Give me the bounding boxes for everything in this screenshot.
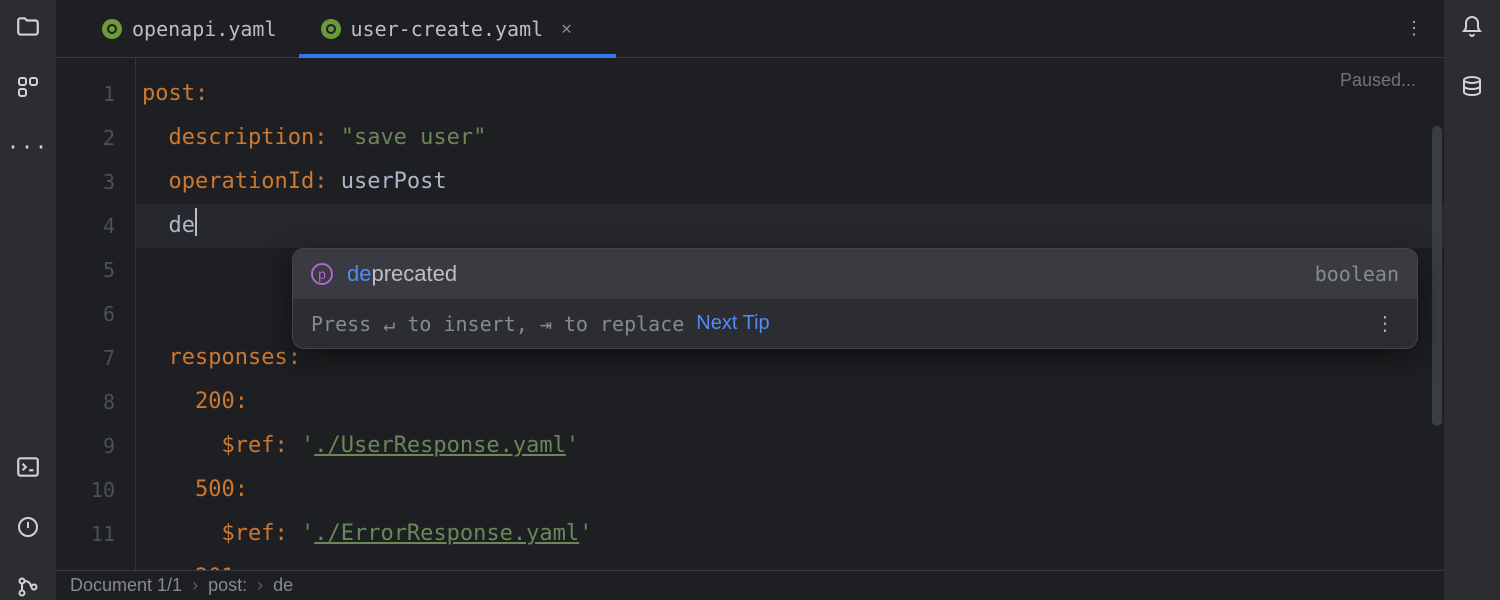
chevron-right-icon: › — [257, 575, 263, 596]
completion-hint: Press ↵ to insert, ⇥ to replace — [311, 312, 684, 336]
close-icon[interactable]: ✕ — [561, 18, 572, 39]
vcs-icon[interactable] — [15, 574, 41, 600]
chevron-right-icon: › — [192, 575, 198, 596]
editor-tabs: openapi.yaml user-create.yaml ✕ ⋮ — [56, 0, 1444, 58]
breadcrumb-node[interactable]: de — [273, 575, 293, 596]
property-badge-icon: p — [311, 263, 333, 285]
completion-match: de — [347, 261, 371, 287]
right-tool-rail — [1444, 0, 1500, 600]
openapi-file-icon — [321, 19, 341, 39]
completion-options-icon[interactable]: ⋮ — [1371, 311, 1399, 336]
line-number-gutter: 123 456 789 101112 — [56, 58, 136, 570]
problems-icon[interactable] — [15, 514, 41, 540]
completion-rest: precated — [371, 261, 457, 287]
completion-item[interactable]: p deprecated boolean — [293, 249, 1417, 299]
editor-area: openapi.yaml user-create.yaml ✕ ⋮ Paused… — [56, 0, 1444, 600]
completion-type: boolean — [1315, 262, 1399, 286]
completion-footer: Press ↵ to insert, ⇥ to replace Next Tip… — [293, 299, 1417, 348]
next-tip-link[interactable]: Next Tip — [696, 312, 769, 335]
tab-label: user-create.yaml — [351, 17, 544, 41]
breadcrumb-bar: Document 1/1 › post: › de — [56, 570, 1444, 600]
more-icon[interactable]: ··· — [15, 134, 41, 160]
tab-label: openapi.yaml — [132, 17, 277, 41]
terminal-icon[interactable] — [15, 454, 41, 480]
tab-openapi[interactable]: openapi.yaml — [80, 0, 299, 57]
left-tool-rail: ··· — [0, 0, 56, 600]
text-cursor — [195, 208, 197, 236]
structure-icon[interactable] — [15, 74, 41, 100]
tab-user-create[interactable]: user-create.yaml ✕ — [299, 0, 595, 57]
tabs-overflow-icon[interactable]: ⋮ — [1394, 0, 1434, 57]
folder-icon[interactable] — [15, 14, 41, 40]
notifications-icon[interactable] — [1459, 14, 1485, 40]
breadcrumb-node[interactable]: post: — [208, 575, 247, 596]
scrollbar-thumb[interactable] — [1432, 126, 1442, 426]
breadcrumb-doc[interactable]: Document 1/1 — [70, 575, 182, 596]
completion-popup: p deprecated boolean Press ↵ to insert, … — [292, 248, 1418, 349]
openapi-file-icon — [102, 19, 122, 39]
database-icon[interactable] — [1459, 74, 1485, 100]
